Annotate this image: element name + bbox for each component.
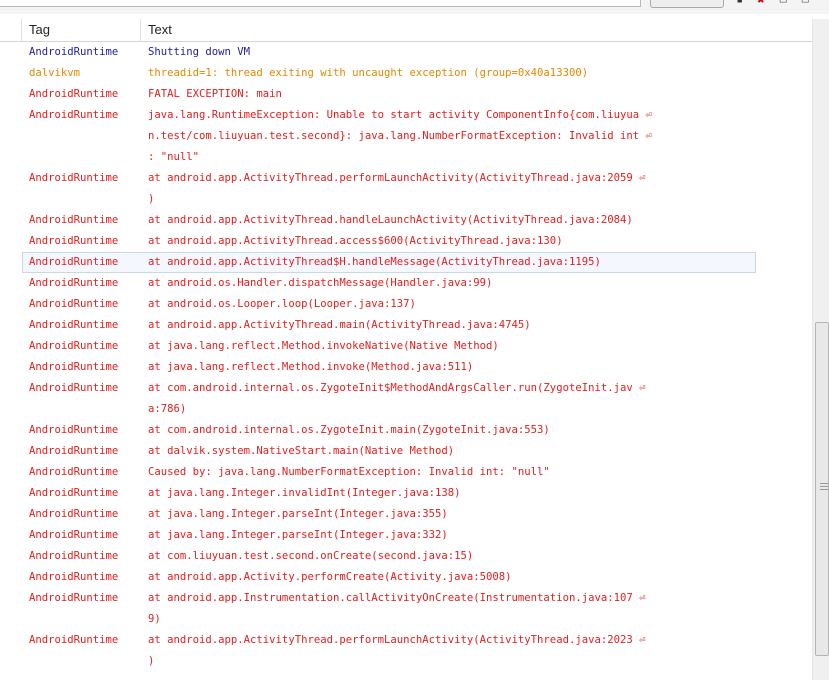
log-message-line: n.test/com.liuyuan.test.second}: java.la…: [148, 130, 652, 142]
log-row[interactable]: AndroidRuntime at android.app.ActivityThr…: [0, 315, 812, 336]
log-row[interactable]: AndroidRuntime at dalvik.system.NativeSta…: [0, 441, 812, 462]
log-row[interactable]: AndroidRuntime at android.os.Handler.disp…: [0, 273, 812, 294]
log-message-line: FATAL EXCEPTION: main: [148, 88, 282, 100]
log-row[interactable]: AndroidRuntime Caused by: java.lang.Numbe…: [0, 462, 812, 483]
level-column-header[interactable]: [0, 19, 22, 41]
log-message-line: : "null": [148, 151, 200, 163]
log-row[interactable]: AndroidRuntime at com.android.internal.os…: [0, 378, 812, 420]
tag-column-header[interactable]: Tag: [22, 19, 141, 41]
log-tag: AndroidRuntime: [29, 277, 119, 289]
log-row[interactable]: AndroidRuntime at java.lang.reflect.Metho…: [0, 357, 812, 378]
log-message-line: at android.os.Looper.loop(Looper.java:13…: [148, 298, 416, 310]
log-message-line: at com.liuyuan.test.second.onCreate(seco…: [148, 550, 474, 562]
log-row[interactable]: AndroidRuntime at com.liuyuan.test.second…: [0, 546, 812, 567]
log-tag: AndroidRuntime: [29, 109, 119, 121]
log-message-line: at android.app.ActivityThread.main(Activ…: [148, 319, 531, 331]
log-message-line: java.lang.RuntimeException: Unable to st…: [148, 109, 652, 121]
log-row[interactable]: AndroidRuntime at java.lang.Integer.parse…: [0, 504, 812, 525]
log-tag: AndroidRuntime: [29, 46, 119, 58]
log-message-line: at java.lang.reflect.Method.invoke(Metho…: [148, 361, 474, 373]
log-message-line: Shutting down VM: [148, 46, 251, 58]
log-row[interactable]: AndroidRuntime at android.app.ActivityThr…: [0, 630, 812, 672]
filter-input[interactable]: [0, 0, 641, 7]
log-message-line: at android.app.ActivityThread.performLau…: [148, 172, 646, 184]
log-message-line: at java.lang.Integer.invalidInt(Integer.…: [148, 487, 461, 499]
log-tag: AndroidRuntime: [29, 361, 119, 373]
log-message-line: at android.app.Instrumentation.callActiv…: [148, 592, 646, 604]
log-row[interactable]: AndroidRuntime at android.app.Instrumenta…: [0, 588, 812, 630]
scroll-lock-icon[interactable]: ▭: [779, 0, 791, 5]
vertical-scrollbar[interactable]: [812, 19, 829, 680]
log-message-line: at android.os.Handler.dispatchMessage(Ha…: [148, 277, 493, 289]
log-row[interactable]: AndroidRuntime at android.app.ActivityThr…: [0, 168, 812, 210]
log-tag: AndroidRuntime: [29, 445, 119, 457]
log-message-line: at android.app.ActivityThread$H.handleMe…: [148, 256, 601, 268]
log-message-line: a:786): [148, 403, 187, 415]
clear-icon[interactable]: ✖: [757, 0, 769, 5]
log-message-line: threadid=1: thread exiting with uncaught…: [148, 67, 589, 79]
log-message-line: at dalvik.system.NativeStart.main(Native…: [148, 445, 455, 457]
log-row[interactable]: AndroidRuntime at android.app.Activity.pe…: [0, 567, 812, 588]
log-row[interactable]: AndroidRuntime at android.app.ActivityThr…: [0, 210, 812, 231]
scrollbar-thumb[interactable]: [815, 322, 829, 656]
log-row[interactable]: AndroidRuntime FATAL EXCEPTION: main: [0, 84, 812, 105]
log-tag: AndroidRuntime: [29, 529, 119, 541]
log-tag: AndroidRuntime: [29, 466, 119, 478]
log-tag: AndroidRuntime: [29, 172, 119, 184]
log-tag: AndroidRuntime: [29, 634, 119, 646]
log-message-line: Caused by: java.lang.NumberFormatExcepti…: [148, 466, 550, 478]
log-message-line: at com.android.internal.os.ZygoteInit$Me…: [148, 382, 646, 394]
log-row[interactable]: AndroidRuntime at java.lang.Integer.parse…: [0, 525, 812, 546]
clear-log-button[interactable]: [650, 0, 724, 8]
log-row[interactable]: AndroidRuntime at android.app.ActivityThr…: [0, 231, 812, 252]
log-tag: AndroidRuntime: [29, 214, 119, 226]
log-row[interactable]: AndroidRuntime at android.os.Looper.loop(…: [0, 294, 812, 315]
log-tag: AndroidRuntime: [29, 424, 119, 436]
log-tag: AndroidRuntime: [29, 571, 119, 583]
log-message-line: at android.app.Activity.performCreate(Ac…: [148, 571, 512, 583]
log-tag: AndroidRuntime: [29, 550, 119, 562]
log-row[interactable]: AndroidRuntime at com.android.internal.os…: [0, 420, 812, 441]
log-message-line: at com.android.internal.os.ZygoteInit.ma…: [148, 424, 550, 436]
log-message-line: 9): [148, 613, 161, 625]
save-icon[interactable]: ■: [737, 0, 749, 5]
log-message-line: ): [148, 655, 155, 667]
log-message-line: at android.app.ActivityThread.access$600…: [148, 235, 563, 247]
log-tag: AndroidRuntime: [29, 88, 119, 100]
log-tag: AndroidRuntime: [29, 592, 119, 604]
log-tag: AndroidRuntime: [29, 340, 119, 352]
log-row[interactable]: AndroidRuntime java.lang.RuntimeException…: [0, 105, 812, 168]
log-tag: AndroidRuntime: [29, 256, 119, 268]
log-row[interactable]: AndroidRuntime Shutting down VM: [0, 42, 812, 63]
log-tag: AndroidRuntime: [29, 508, 119, 520]
log-tag: dalvikvm: [29, 67, 81, 79]
log-message-line: at java.lang.Integer.parseInt(Integer.ja…: [148, 529, 448, 541]
log-row[interactable]: AndroidRuntime at android.app.ActivityThr…: [0, 252, 812, 273]
log-tag: AndroidRuntime: [29, 298, 119, 310]
log-message-line: ): [148, 193, 155, 205]
log-row[interactable]: AndroidRuntime at java.lang.reflect.Metho…: [0, 336, 812, 357]
log-tag: AndroidRuntime: [29, 487, 119, 499]
log-message-line: at android.app.ActivityThread.handleLaun…: [148, 214, 633, 226]
log-message-line: at java.lang.Integer.parseInt(Integer.ja…: [148, 508, 448, 520]
log-tag: AndroidRuntime: [29, 382, 119, 394]
log-row[interactable]: dalvikvm threadid=1: thread exiting with …: [0, 63, 812, 84]
log-table-header: Tag Text: [0, 19, 812, 42]
text-column-header[interactable]: Text: [141, 19, 812, 41]
log-message-line: at android.app.ActivityThread.performLau…: [148, 634, 646, 646]
log-row[interactable]: AndroidRuntime at java.lang.Integer.inval…: [0, 483, 812, 504]
log-tag: AndroidRuntime: [29, 319, 119, 331]
toolbar: ■ ✖ ▭ ▭: [0, 0, 829, 14]
log-tag: AndroidRuntime: [29, 235, 119, 247]
settings-icon[interactable]: ▭: [801, 0, 813, 5]
log-message-line: at java.lang.reflect.Method.invokeNative…: [148, 340, 499, 352]
